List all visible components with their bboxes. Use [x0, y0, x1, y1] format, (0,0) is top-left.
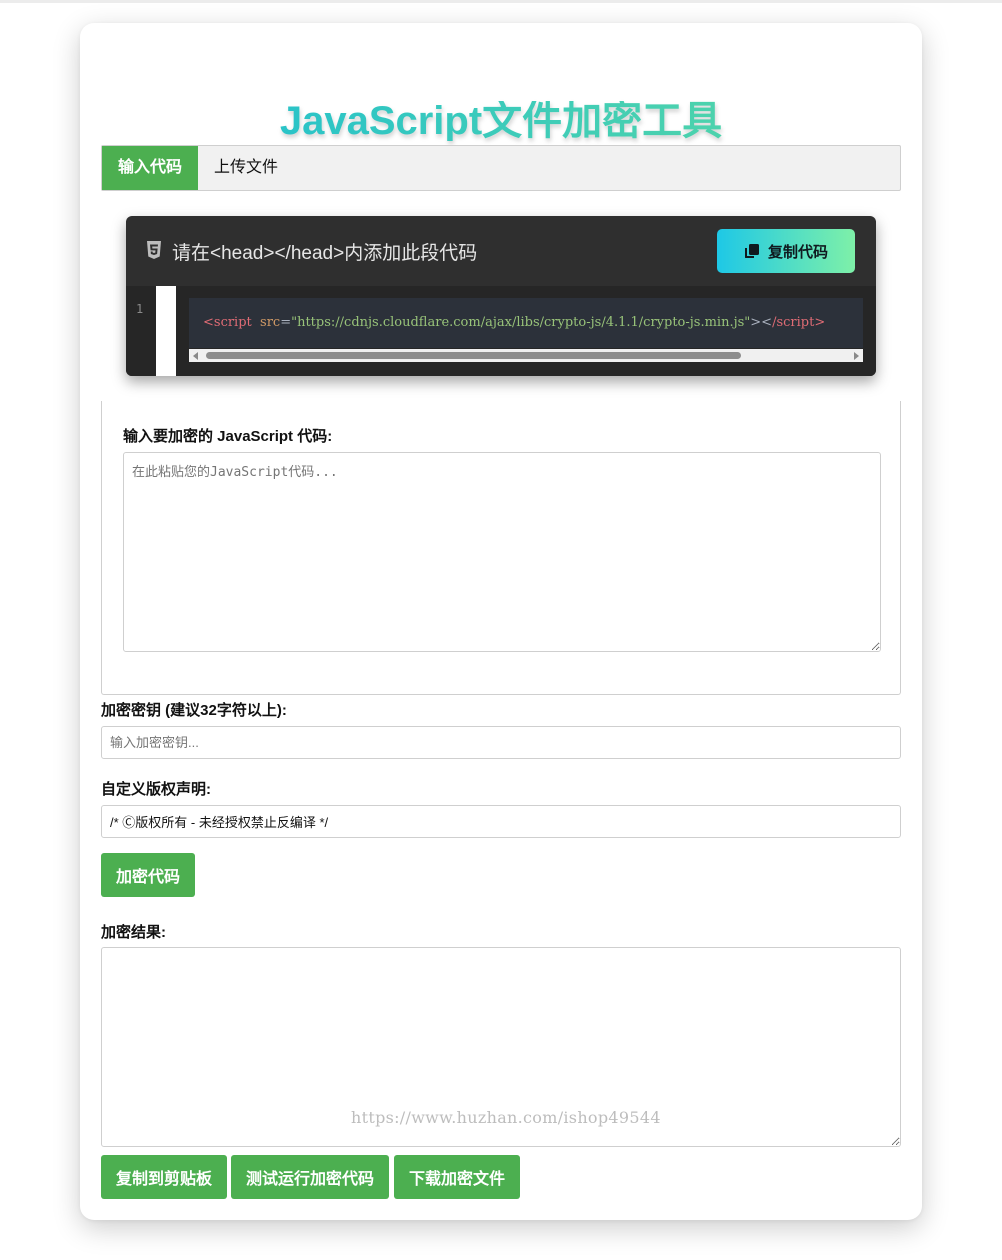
code-token-value: "https://cdnjs.cloudflare.com/ajax/libs/…	[291, 315, 751, 330]
copy-icon	[744, 244, 759, 258]
copy-code-label: 复制代码	[767, 243, 828, 261]
code-snippet-box: 请在<head></head>内添加此段代码 复制代码 1 <script sr…	[126, 216, 876, 376]
code-line[interactable]: <script src="https://cdnjs.cloudflare.co…	[189, 298, 863, 348]
encrypt-button[interactable]: 加密代码	[101, 853, 195, 897]
js-input-label: 输入要加密的 JavaScript 代码:	[123, 428, 333, 445]
test-run-button[interactable]: 测试运行加密代码	[231, 1155, 389, 1199]
horizontal-scrollbar[interactable]	[189, 349, 863, 362]
code-snippet-title: 请在<head></head>内添加此段代码	[172, 243, 478, 264]
code-token-end: /script>	[772, 315, 826, 330]
encryption-key-input[interactable]	[101, 726, 901, 759]
tab-input-code[interactable]: 输入代码	[102, 146, 198, 190]
copy-to-clipboard-button[interactable]: 复制到剪贴板	[101, 1155, 227, 1199]
scroll-right-icon[interactable]	[854, 352, 859, 360]
input-code-panel: 输入要加密的 JavaScript 代码:	[101, 401, 901, 695]
editor-gutter	[156, 286, 176, 376]
copy-code-button[interactable]: 复制代码	[717, 229, 855, 273]
watermark-text: https://www.huzhan.com/ishop49544	[351, 1108, 661, 1127]
tab-upload-file[interactable]: 上传文件	[214, 146, 278, 190]
tab-bar: 输入代码 上传文件	[101, 145, 901, 191]
result-label: 加密结果:	[101, 924, 166, 941]
copyright-label: 自定义版权声明:	[101, 781, 211, 798]
download-button[interactable]: 下载加密文件	[394, 1155, 520, 1199]
top-divider	[0, 0, 1002, 3]
line-number: 1	[136, 302, 144, 316]
code-token-open: <script	[203, 315, 252, 330]
page-title: JavaScript文件加密工具	[80, 101, 922, 141]
copyright-input[interactable]	[101, 805, 901, 838]
code-token-attr: src	[260, 315, 281, 330]
code-snippet-header: 请在<head></head>内添加此段代码 复制代码	[126, 216, 876, 286]
code-editor: 1 <script src="https://cdnjs.cloudflare.…	[126, 286, 876, 376]
scroll-left-icon[interactable]	[193, 352, 198, 360]
html5-icon	[147, 241, 161, 259]
scrollbar-thumb[interactable]	[206, 352, 741, 359]
key-label: 加密密钥 (建议32字符以上):	[101, 702, 287, 719]
code-token-close: ><	[750, 315, 773, 330]
js-code-textarea[interactable]	[123, 452, 881, 652]
code-token-eq: =	[280, 315, 292, 330]
